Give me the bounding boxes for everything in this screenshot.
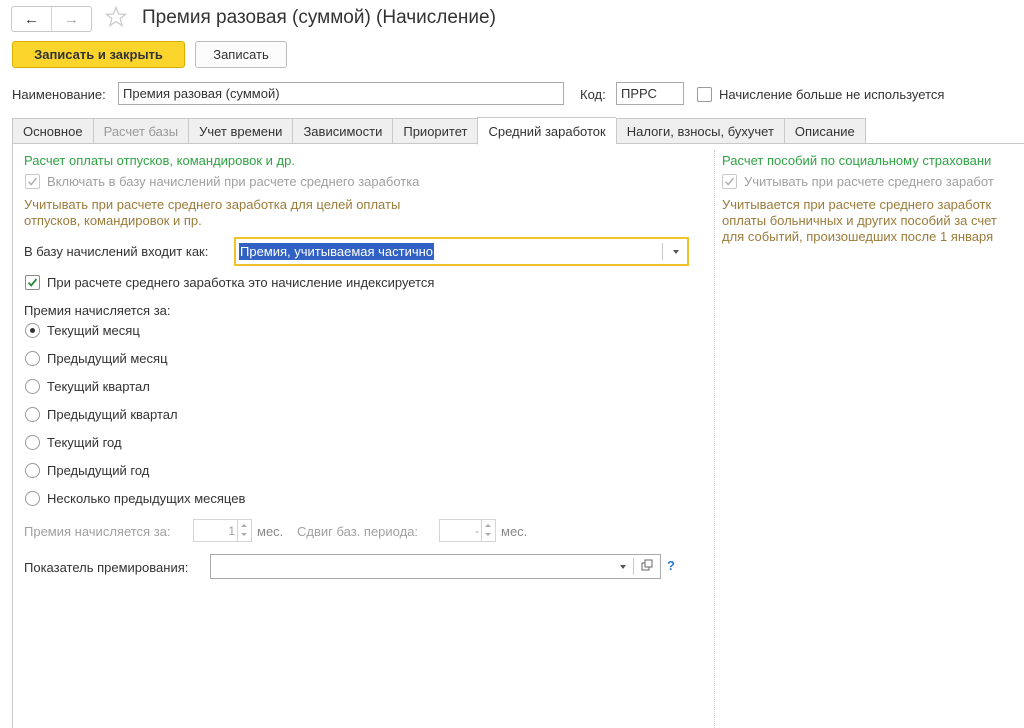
shift-stepper-buttons (481, 520, 495, 541)
shift-stepper: - (439, 519, 496, 542)
include-in-base-checkbox (25, 174, 40, 189)
radio-dot (30, 328, 35, 333)
hint-line-1: Учитывать при расчете среднего заработка… (24, 197, 401, 212)
section-title-social-insurance: Расчет пособий по социальному страховани (722, 153, 992, 168)
radio-current-year-label: Текущий год (47, 435, 122, 450)
radio-previous-month-label: Предыдущий месяц (47, 351, 168, 366)
shift-value: - (475, 524, 479, 538)
section-title-vacations: Расчет оплаты отпусков, командировок и д… (24, 153, 295, 168)
select-separator (662, 243, 663, 260)
open-form-icon[interactable] (641, 559, 654, 572)
radio-previous-year-label: Предыдущий год (47, 463, 150, 478)
chevron-down-icon[interactable] (673, 250, 679, 254)
months-label: Премия начисляется за: (24, 524, 171, 539)
tab-priority[interactable]: Приоритет (392, 118, 478, 144)
arrow-left-icon: ← (24, 10, 39, 28)
help-icon[interactable]: ? (667, 558, 675, 573)
name-label: Наименование: (12, 87, 106, 102)
save-button[interactable]: Записать (195, 41, 287, 68)
checkmark-icon (27, 278, 38, 287)
indexed-checkbox[interactable] (25, 275, 40, 290)
consider-average-earnings-checkbox (722, 174, 737, 189)
radio-several-months[interactable] (25, 491, 40, 506)
radio-current-month[interactable] (25, 323, 40, 338)
months-stepper-buttons (237, 520, 251, 541)
navigation-buttons: ← → (11, 6, 92, 32)
shift-unit: мес. (501, 524, 528, 539)
star-icon[interactable] (104, 5, 128, 29)
save-and-close-button[interactable]: Записать и закрыть (12, 41, 185, 68)
months-value: 1 (228, 524, 235, 538)
checkmark-icon (27, 177, 38, 186)
radio-previous-month[interactable] (25, 351, 40, 366)
radio-previous-quarter-label: Предыдущий квартал (47, 407, 178, 422)
radio-several-months-label: Несколько предыдущих месяцев (47, 491, 246, 506)
months-unit: мес. (257, 524, 284, 539)
checkmark-icon (724, 177, 735, 186)
not-used-label: Начисление больше не используется (719, 87, 945, 102)
indicator-field[interactable] (210, 554, 661, 579)
radio-current-quarter-label: Текущий квартал (47, 379, 150, 394)
radio-current-month-label: Текущий месяц (47, 323, 140, 338)
name-field[interactable]: Премия разовая (суммой) (118, 82, 564, 105)
field-separator (633, 558, 634, 575)
include-in-base-label: Включать в базу начислений при расчете с… (47, 174, 420, 189)
tab-description[interactable]: Описание (783, 118, 866, 144)
back-button[interactable]: ← (12, 7, 52, 31)
base-type-select[interactable]: Премия, учитываемая частично (234, 237, 689, 266)
tab-dependencies[interactable]: Зависимости (292, 118, 393, 144)
radio-current-quarter[interactable] (25, 379, 40, 394)
column-divider (714, 150, 715, 728)
code-label: Код: (580, 87, 606, 102)
indicator-label: Показатель премирования: (24, 560, 189, 575)
chevron-up-icon (485, 524, 491, 527)
chevron-down-icon (241, 533, 247, 536)
code-field[interactable]: ПРРС (616, 82, 684, 105)
chevron-up-icon (241, 524, 247, 527)
base-type-label: В базу начислений входит как: (24, 244, 209, 259)
arrow-right-icon: → (64, 10, 79, 28)
base-type-value: Премия, учитываемая частично (239, 243, 435, 260)
tab-main[interactable]: Основное (12, 118, 93, 144)
radio-current-year[interactable] (25, 435, 40, 450)
radio-previous-quarter[interactable] (25, 407, 40, 422)
not-used-checkbox[interactable] (697, 87, 712, 102)
shift-label: Сдвиг баз. периода: (297, 524, 419, 539)
chevron-down-icon (485, 533, 491, 536)
tab-taxes-accounting[interactable]: Налоги, взносы, бухучет (615, 118, 784, 144)
consider-average-earnings-label: Учитывать при расчете среднего заработ (744, 174, 994, 189)
tab-bar: Основное Расчет базы Учет времени Зависи… (12, 117, 866, 145)
forward-button[interactable]: → (52, 7, 91, 31)
right-hint-line-2: оплаты больничных и других пособий за сч… (722, 213, 997, 228)
indexed-label: При расчете среднего заработка это начис… (47, 275, 435, 290)
window-title: Премия разовая (суммой) (Начисление) (142, 7, 496, 28)
chevron-down-icon[interactable] (620, 565, 626, 569)
radio-previous-year[interactable] (25, 463, 40, 478)
tab-average-earnings[interactable]: Средний заработок (477, 117, 616, 145)
right-hint-line-3: для событий, произошедших после 1 января (722, 229, 994, 244)
hint-line-2: отпусков, командировок и пр. (24, 213, 202, 228)
right-hint-line-1: Учитывается при расчете среднего заработ… (722, 197, 992, 212)
tab-time-accounting[interactable]: Учет времени (188, 118, 293, 144)
tab-base-calculation: Расчет базы (92, 118, 189, 144)
period-title: Премия начисляется за: (24, 303, 171, 318)
months-stepper: 1 (193, 519, 252, 542)
